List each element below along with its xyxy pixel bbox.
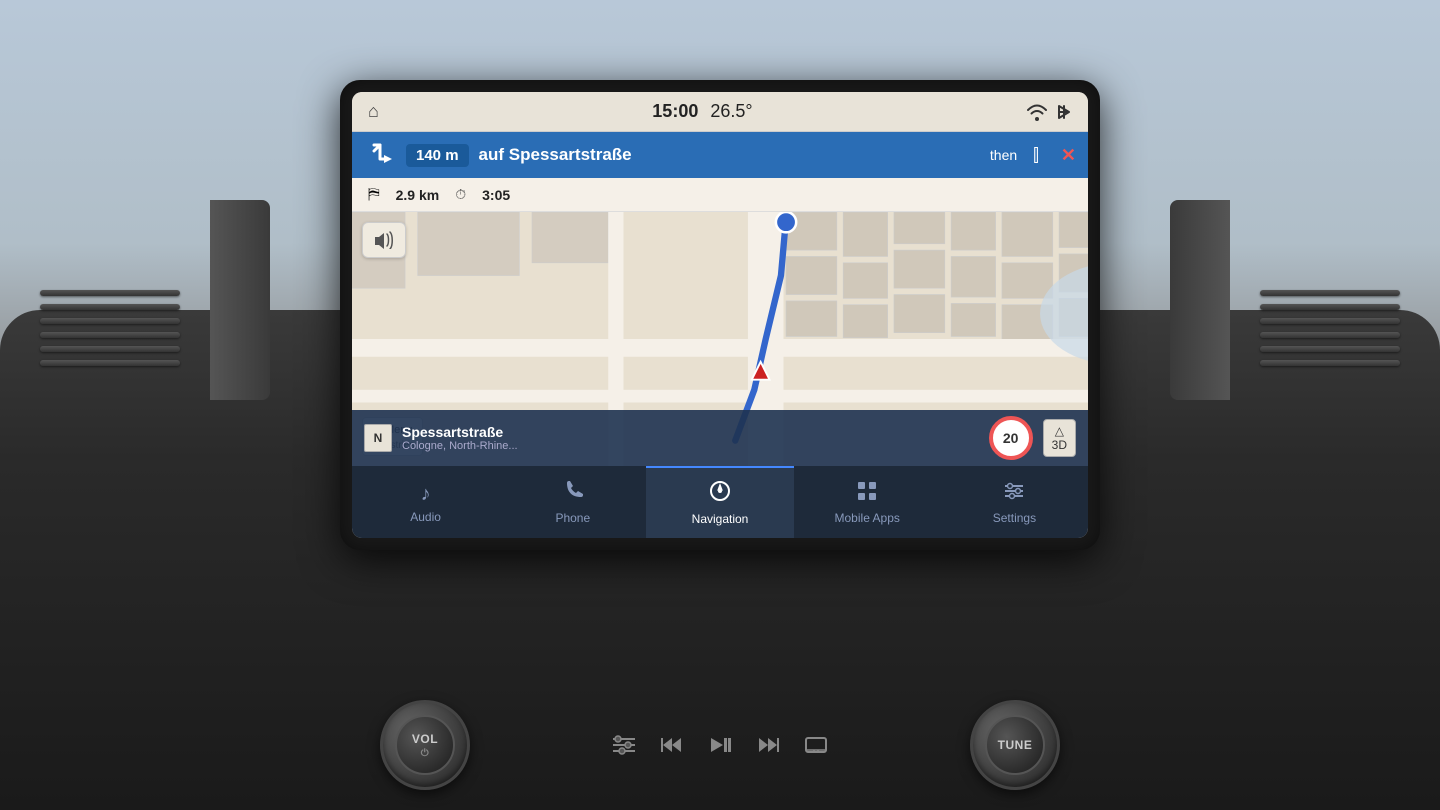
view-3d-button[interactable]: △ 3D: [1043, 419, 1076, 457]
audio-icon: ♪: [421, 483, 431, 506]
phone-label: Phone: [555, 511, 590, 525]
compass-indicator: N: [364, 424, 392, 452]
tune-label: TUNE: [998, 738, 1033, 752]
current-street-city: Cologne, North-Rhine...: [402, 440, 979, 452]
temperature-display: 26.5°: [710, 101, 752, 122]
map-info-overlay: N Spessartstraße Cologne, North-Rhine...…: [352, 410, 1088, 466]
dashboard: ⌂ 15:00 26.5°: [0, 0, 1440, 810]
turn-arrow-icon: [364, 139, 396, 171]
vent-slat: [1260, 290, 1400, 296]
close-navigation-button[interactable]: ✕: [1061, 145, 1076, 166]
vent-slat: [40, 304, 180, 310]
map-view-icon: △: [1055, 424, 1064, 438]
vent-slat: [40, 346, 180, 352]
navigation-icon: [709, 480, 731, 508]
speed-limit-sign: 20: [989, 416, 1033, 460]
volume-button[interactable]: [362, 222, 406, 258]
nav-bar: ♪ Audio Phone: [352, 466, 1088, 538]
vol-knob-inner: VOL ⏻: [395, 715, 455, 775]
vent-slat: [40, 290, 180, 296]
map-area[interactable]: ≡ Menu Industries N Spessartstraße Colog…: [352, 212, 1088, 466]
route-distance: 2.9 km: [396, 187, 440, 203]
phone-icon: [563, 481, 583, 507]
then-label: then: [990, 147, 1017, 163]
clock-icon: ⏱: [455, 186, 466, 203]
physical-controls: VOL ⏻: [380, 700, 1060, 790]
settings-label: Settings: [993, 511, 1036, 525]
time-temp-display: 15:00 26.5°: [652, 101, 752, 122]
tune-knob-inner: TUNE: [985, 715, 1045, 775]
current-street-info: Spessartstraße Cologne, North-Rhine...: [402, 424, 979, 452]
screen-container: ⌂ 15:00 26.5°: [340, 80, 1100, 550]
side-strip-left: [210, 200, 270, 400]
status-icons: [1026, 101, 1072, 123]
nav-item-audio[interactable]: ♪ Audio: [352, 466, 499, 538]
nav-item-navigation[interactable]: Navigation: [646, 466, 793, 538]
vent-right: [1250, 280, 1410, 480]
next-turn-icon: ⫿: [1033, 145, 1039, 166]
current-street-name: Spessartstraße: [402, 424, 979, 440]
nav-direction-bar: 140 m auf Spessartstraße then ⫿ ✕: [352, 132, 1088, 178]
status-bar: ⌂ 15:00 26.5°: [352, 92, 1088, 132]
vent-slat: [1260, 332, 1400, 338]
audio-label: Audio: [410, 510, 441, 524]
vent-slat: [40, 360, 180, 366]
side-strip-right: [1170, 200, 1230, 400]
vent-slat: [1260, 360, 1400, 366]
equalizer-button[interactable]: [608, 729, 640, 761]
view-3d-label: 3D: [1052, 438, 1067, 452]
vol-label: VOL: [412, 732, 438, 746]
wifi-icon: [1026, 103, 1048, 121]
vent-slat: [1260, 304, 1400, 310]
route-eta: 3:05: [482, 187, 510, 203]
vent-slat: [40, 318, 180, 324]
turn-distance-badge: 140 m: [406, 144, 469, 167]
vol-knob[interactable]: VOL ⏻: [380, 700, 470, 790]
nav-item-mobile-apps[interactable]: Mobile Apps: [794, 466, 941, 538]
bluetooth-icon: [1056, 101, 1072, 123]
next-track-button[interactable]: [752, 729, 784, 761]
navigation-label: Navigation: [692, 512, 749, 526]
settings-icon: [1004, 481, 1024, 507]
power-icon: ⏻: [421, 748, 429, 759]
nav-item-phone[interactable]: Phone: [499, 466, 646, 538]
tune-knob[interactable]: TUNE: [970, 700, 1060, 790]
destination-flag-icon: ⛿: [368, 186, 380, 204]
center-controls: [608, 729, 832, 761]
screen: ⌂ 15:00 26.5°: [352, 92, 1088, 538]
nav-item-settings[interactable]: Settings: [941, 466, 1088, 538]
clock-display: 15:00: [652, 101, 698, 122]
home-icon[interactable]: ⌂: [368, 101, 379, 122]
vent-slat: [40, 332, 180, 338]
play-pause-button[interactable]: [704, 729, 736, 761]
mobile-apps-label: Mobile Apps: [835, 511, 900, 525]
route-info-bar: ⛿ 2.9 km ⏱ 3:05: [352, 178, 1088, 212]
turn-street-name: auf Spessartstraße: [479, 145, 980, 165]
vent-slat: [1260, 346, 1400, 352]
previous-track-button[interactable]: [656, 729, 688, 761]
mobile-apps-icon: [857, 481, 877, 507]
vent-left: [30, 280, 190, 480]
screen-button[interactable]: [800, 729, 832, 761]
vent-slat: [1260, 318, 1400, 324]
